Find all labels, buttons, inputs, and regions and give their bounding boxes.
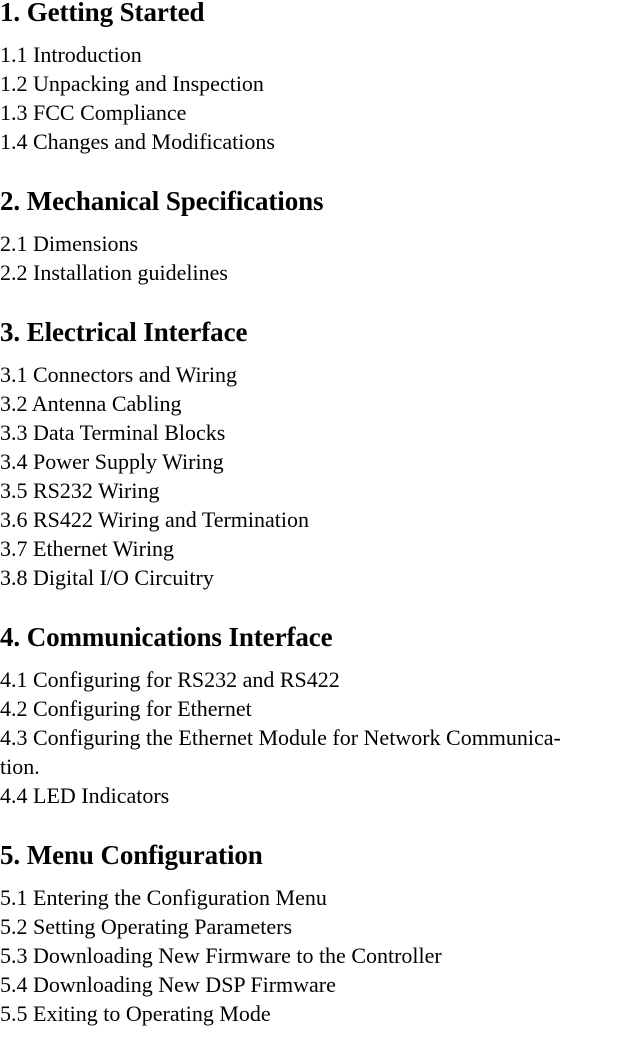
toc-entry-list: 2.1 Dimensions 2.2 Installation guideline… — [0, 229, 636, 287]
toc-body: 1. Getting Started 1.1 Introduction 1.2 Un… — [0, 0, 636, 1028]
toc-entry[interactable]: 1.1 Introduction — [0, 40, 636, 69]
toc-entry[interactable]: 2.2 Installation guidelines — [0, 258, 636, 287]
toc-entry[interactable]: 3.2 Antenna Cabling — [0, 389, 636, 418]
toc-entry[interactable]: 1.3 FCC Compliance — [0, 98, 636, 127]
toc-entry[interactable]: 5.2 Setting Operating Parameters — [0, 912, 636, 941]
toc-entry-list: 3.1 Connectors and Wiring 3.2 Antenna Cab… — [0, 360, 636, 592]
toc-entry[interactable]: 5.3 Downloading New Firmware to the Cont… — [0, 941, 636, 970]
toc-entry-list: 1.1 Introduction 1.2 Unpacking and Inspec… — [0, 40, 636, 156]
toc-entry[interactable]: 3.7 Ethernet Wiring — [0, 534, 636, 563]
toc-entry[interactable]: 3.4 Power Supply Wiring — [0, 447, 636, 476]
toc-entry[interactable]: 3.3 Data Terminal Blocks — [0, 418, 636, 447]
toc-entry[interactable]: 2.1 Dimensions — [0, 229, 636, 258]
toc-entry[interactable]: 4.1 Configuring for RS232 and RS422 — [0, 665, 636, 694]
toc-entry[interactable]: 3.6 RS422 Wiring and Termination — [0, 505, 636, 534]
toc-entry[interactable]: 1.4 Changes and Modifications — [0, 127, 636, 156]
toc-entry[interactable]: 5.5 Exiting to Operating Mode — [0, 999, 636, 1028]
toc-entry[interactable]: 5.4 Downloading New DSP Firmware — [0, 970, 636, 999]
section-heading: 5. Menu Configuration — [0, 840, 263, 870]
toc-entry[interactable]: 4.4 LED Indicators — [0, 781, 636, 810]
toc-section: 3. Electrical Interface 3.1 Connectors an… — [0, 317, 636, 592]
toc-entry-list: 4.1 Configuring for RS232 and RS422 4.2 C… — [0, 665, 636, 810]
toc-entry[interactable]: 4.3 Configuring the Ethernet Module for … — [0, 723, 636, 781]
section-heading: 3. Electrical Interface — [0, 317, 248, 347]
toc-entry[interactable]: 3.5 RS232 Wiring — [0, 476, 636, 505]
section-heading: 4. Communications Interface — [0, 622, 333, 652]
toc-section: 1. Getting Started 1.1 Introduction 1.2 Un… — [0, 0, 636, 156]
toc-entry[interactable]: 3.1 Connectors and Wiring — [0, 360, 636, 389]
toc-page: 1. Getting Started 1.1 Introduction 1.2 Un… — [0, 0, 636, 1036]
toc-section: 5. Menu Configuration 5.1 Entering the Co… — [0, 840, 636, 1028]
toc-entry[interactable]: 5.1 Entering the Configuration Menu — [0, 883, 636, 912]
toc-entry-list: 5.1 Entering the Configuration Menu 5.2 S… — [0, 883, 636, 1028]
toc-section: 2. Mechanical Specifications 2.1 Dimensio… — [0, 186, 636, 287]
toc-section: 4. Communications Interface 4.1 Configuri… — [0, 622, 636, 810]
toc-entry[interactable]: 4.2 Configuring for Ethernet — [0, 694, 636, 723]
section-heading: 1. Getting Started — [0, 0, 205, 27]
toc-entry[interactable]: 3.8 Digital I/O Circuitry — [0, 563, 636, 592]
section-heading: 2. Mechanical Specifications — [0, 186, 324, 216]
toc-entry[interactable]: 1.2 Unpacking and Inspection — [0, 69, 636, 98]
